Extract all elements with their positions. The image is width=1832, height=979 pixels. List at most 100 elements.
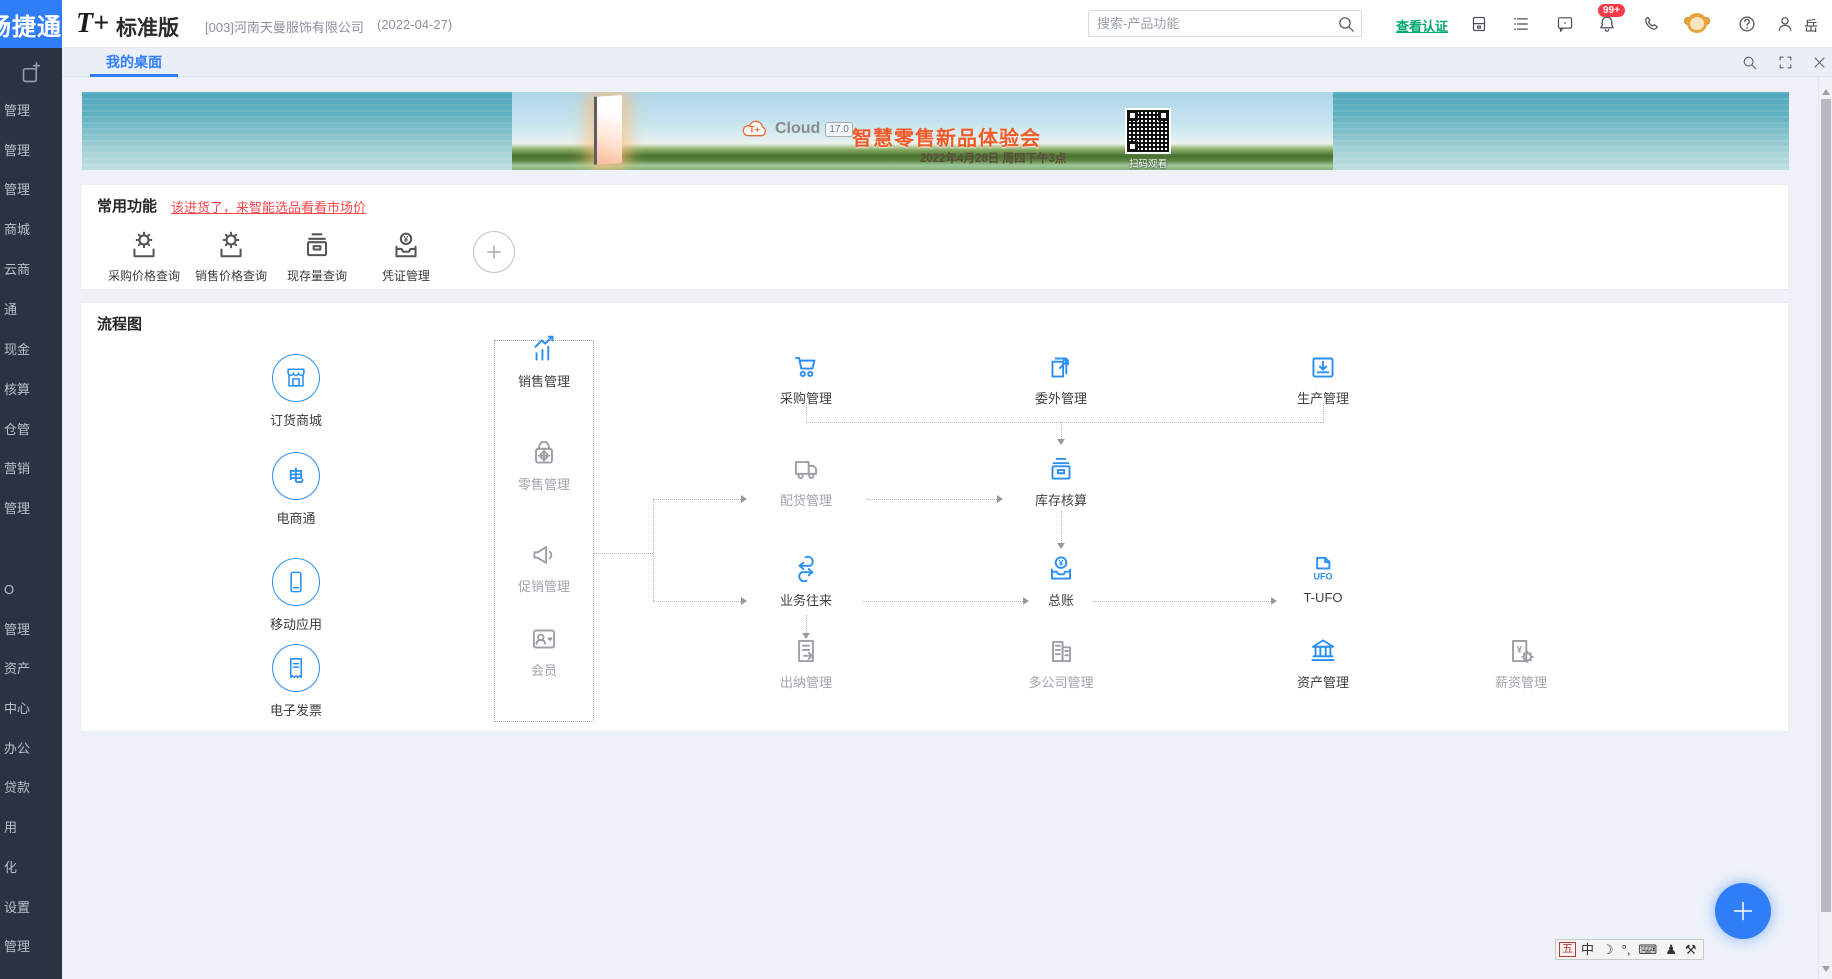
add-common-function-button[interactable] bbox=[473, 231, 515, 273]
tab-my-desktop[interactable]: 我的桌面 bbox=[90, 48, 178, 77]
sales-price-gear-icon bbox=[213, 227, 249, 263]
ime-toolbar: 五中☽°,⌨♟⚒ bbox=[1555, 939, 1704, 960]
ledger-money-icon bbox=[1044, 552, 1078, 586]
sidebar-item[interactable]: 商城 bbox=[0, 221, 62, 239]
scrollbar-thumb[interactable] bbox=[1821, 99, 1831, 912]
login-date: (2022-04-27) bbox=[377, 17, 452, 32]
shopping-bag-icon bbox=[527, 436, 561, 470]
feedback-chat-icon[interactable] bbox=[1554, 13, 1576, 35]
phone-support-icon[interactable] bbox=[1640, 13, 1662, 35]
flow-node-member[interactable]: 会员 bbox=[489, 622, 599, 679]
ime-user-define[interactable]: ♟ bbox=[1662, 941, 1680, 958]
sidebar-item[interactable]: 办公 bbox=[0, 740, 62, 758]
sidebar-item[interactable]: 管理 bbox=[0, 142, 62, 160]
banner-subtitle: 2022年4月28日 周四下午3点 bbox=[920, 150, 1066, 166]
flow-chart-title: 流程图 bbox=[97, 313, 142, 334]
sidebar-item[interactable]: 管理 bbox=[0, 500, 62, 518]
sidebar-item[interactable]: 现金 bbox=[0, 341, 62, 359]
fn-voucher-management[interactable]: 凭证管理 bbox=[351, 227, 461, 284]
sidebar-item[interactable]: 贷款 bbox=[0, 779, 62, 797]
sidebar-item[interactable]: 管理 bbox=[0, 621, 62, 639]
sidebar-item[interactable]: 管理 bbox=[0, 181, 62, 199]
flow-node-mobile-app[interactable]: 移动应用 bbox=[241, 558, 351, 633]
flow-connector bbox=[1093, 601, 1271, 602]
docs-out-icon bbox=[1044, 350, 1078, 384]
cloud-icon bbox=[740, 118, 770, 140]
sidebar-item[interactable]: 管理 bbox=[0, 938, 62, 956]
flow-node-ecommerce[interactable]: 电商通 bbox=[241, 452, 351, 527]
smart-picking-promo-link[interactable]: 该进货了，来智能选品看看市场价 bbox=[171, 197, 366, 216]
ime-punctuation-mode[interactable]: °, bbox=[1619, 941, 1634, 958]
flow-connector bbox=[653, 499, 741, 500]
sidebar-item[interactable]: 仓管 bbox=[0, 421, 62, 439]
sidebar-item[interactable]: O bbox=[0, 581, 62, 599]
task-list-icon[interactable] bbox=[1510, 13, 1532, 35]
flow-node-asset-management[interactable]: 资产管理 bbox=[1268, 634, 1378, 691]
flow-node-retail[interactable]: 零售管理 bbox=[489, 436, 599, 493]
flow-node-promotion[interactable]: 促销管理 bbox=[489, 538, 599, 595]
sidebar-item[interactable]: 资产 bbox=[0, 660, 62, 678]
flow-node-e-invoice[interactable]: 电子发票 bbox=[241, 644, 351, 719]
inventory-box-icon bbox=[1044, 452, 1078, 486]
flow-node-business-transactions[interactable]: 业务往来 bbox=[751, 552, 861, 609]
flow-arrowhead bbox=[741, 597, 751, 605]
sidebar-item[interactable]: 设置 bbox=[0, 899, 62, 917]
flow-node-sales[interactable]: 销售管理 bbox=[489, 333, 599, 390]
add-to-desktop-icon[interactable] bbox=[17, 60, 45, 88]
flow-node-production[interactable]: 生产管理 bbox=[1268, 350, 1378, 407]
scroll-up-arrow[interactable] bbox=[1822, 85, 1830, 95]
ime-chinese-mode[interactable]: 中 bbox=[1578, 941, 1597, 958]
flow-arrowhead bbox=[997, 495, 1007, 503]
calculator-icon[interactable] bbox=[1468, 13, 1490, 35]
flow-node-inventory-accounting[interactable]: 库存核算 bbox=[1006, 452, 1116, 509]
mascot-monkey-icon[interactable] bbox=[1684, 11, 1710, 37]
chanjet-logo-text: 畅捷通 bbox=[0, 7, 62, 42]
search-icon[interactable] bbox=[1335, 0, 1357, 99]
ime-tools[interactable]: ⚒ bbox=[1682, 941, 1700, 958]
sidebar-item[interactable]: 化 bbox=[0, 859, 62, 877]
quick-add-fab[interactable] bbox=[1715, 883, 1771, 939]
scroll-down-arrow[interactable] bbox=[1822, 966, 1830, 976]
flow-connector bbox=[1061, 422, 1062, 439]
chanjet-logo[interactable]: 畅捷通 bbox=[0, 0, 62, 48]
sidebar-item[interactable]: 通 bbox=[0, 301, 62, 319]
sidebar-item[interactable]: 管理 bbox=[0, 102, 62, 120]
flow-connector bbox=[806, 422, 1323, 423]
qr-caption: 扫码观看 bbox=[1121, 156, 1175, 170]
bank-icon bbox=[1306, 634, 1340, 668]
user-name[interactable]: 岳 bbox=[1804, 16, 1818, 36]
ime-soft-keyboard[interactable]: ⌨ bbox=[1635, 941, 1660, 958]
fullscreen-icon[interactable] bbox=[1776, 53, 1795, 72]
flow-connector bbox=[653, 499, 654, 601]
banner-door-graphic bbox=[594, 95, 622, 164]
sidebar-item[interactable]: 核算 bbox=[0, 381, 62, 399]
view-certification-link[interactable]: 查看认证 bbox=[1396, 16, 1448, 35]
nav-sidebar: 管理管理管理商城云商通现金核算仓管营销管理O管理资产中心办公贷款用化设置管理 bbox=[0, 48, 62, 979]
promo-banner[interactable]: Cloud 17.0 智慧零售新品体验会 2022年4月28日 周四下午3点 扫… bbox=[82, 92, 1789, 170]
storefront-icon bbox=[272, 354, 320, 402]
search-input[interactable] bbox=[1089, 16, 1335, 31]
flow-node-order-mall[interactable]: 订货商城 bbox=[241, 354, 351, 429]
close-tab-icon[interactable] bbox=[1810, 53, 1829, 72]
sidebar-item[interactable]: 营销 bbox=[0, 460, 62, 478]
flow-node-purchase[interactable]: 采购管理 bbox=[751, 350, 861, 407]
sidebar-item[interactable]: 云商 bbox=[0, 261, 62, 279]
plus-icon bbox=[483, 241, 505, 263]
purchase-price-gear-icon bbox=[126, 227, 162, 263]
tab-search-icon[interactable] bbox=[1740, 53, 1759, 72]
tab-bar: 我的桌面 bbox=[62, 48, 1832, 77]
stock-box-icon bbox=[299, 227, 335, 263]
flow-node-t-ufo[interactable]: T-UFO bbox=[1268, 552, 1378, 605]
ime-fullwidth-moon[interactable]: ☽ bbox=[1599, 941, 1617, 958]
flow-node-outsourcing[interactable]: 委外管理 bbox=[1006, 350, 1116, 407]
flow-node-payroll[interactable]: 薪资管理 bbox=[1466, 634, 1576, 691]
sidebar-item[interactable]: 中心 bbox=[0, 700, 62, 718]
flow-node-distribution[interactable]: 配货管理 bbox=[751, 452, 861, 509]
user-profile-icon[interactable] bbox=[1774, 13, 1796, 35]
ufo-report-icon bbox=[1306, 552, 1340, 586]
sidebar-item[interactable]: 用 bbox=[0, 819, 62, 837]
edition-title: 标准版 bbox=[116, 12, 179, 42]
ime-wubi-mode[interactable]: 五 bbox=[1559, 942, 1576, 957]
flow-node-multi-company[interactable]: 多公司管理 bbox=[1006, 634, 1116, 691]
help-icon[interactable] bbox=[1736, 13, 1758, 35]
